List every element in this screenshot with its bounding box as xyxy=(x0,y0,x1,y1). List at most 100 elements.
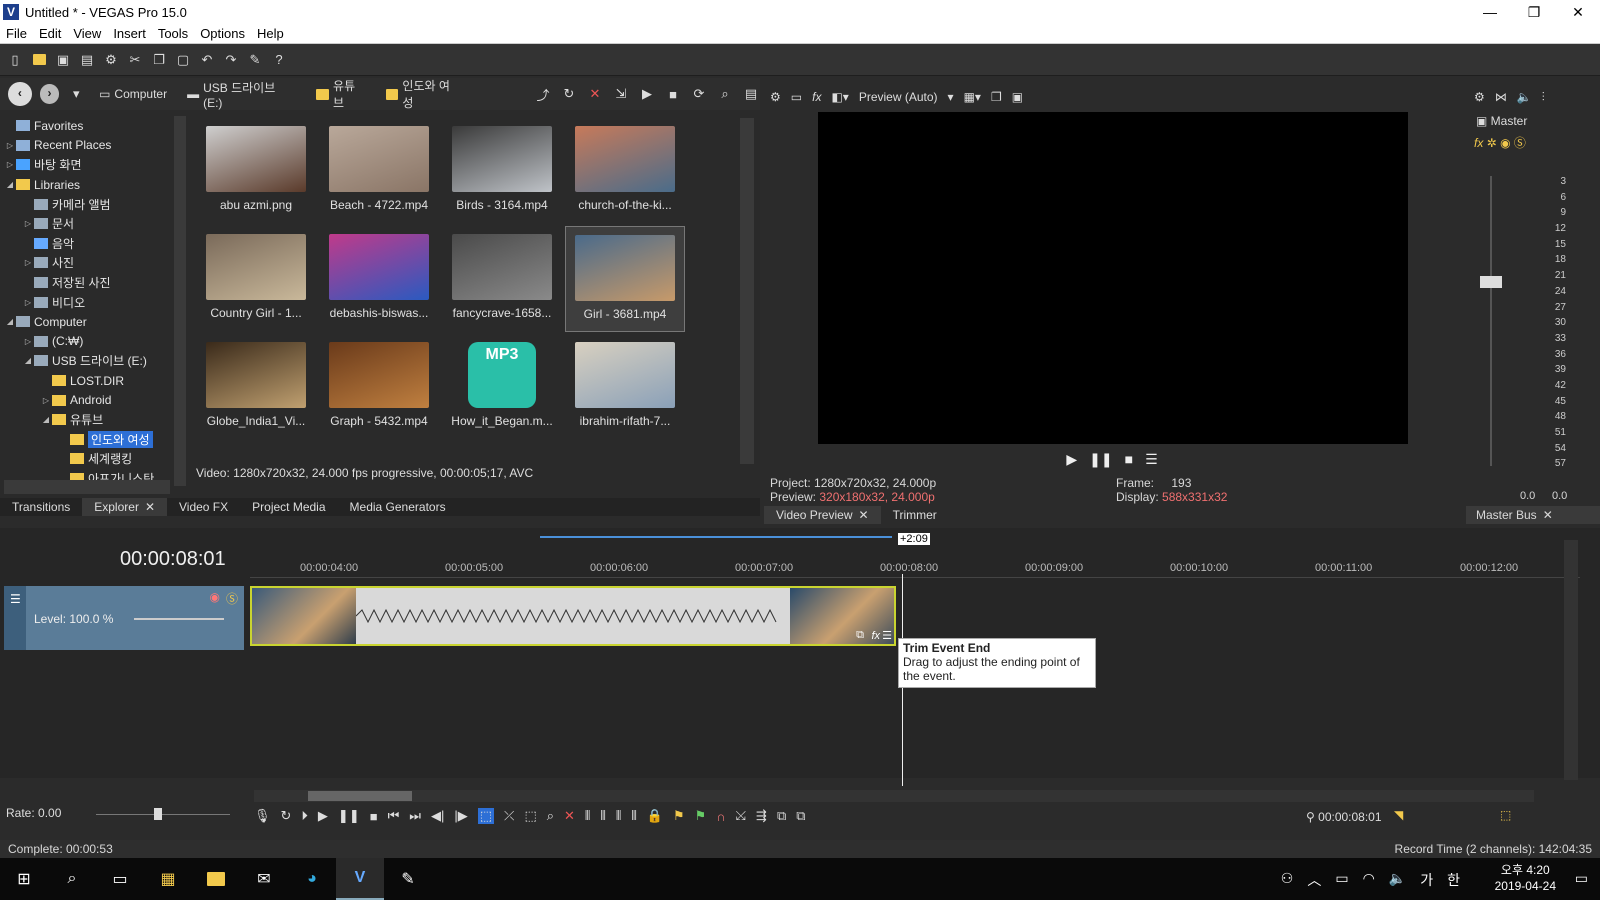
tree-item[interactable]: ▷ 비디오 xyxy=(4,292,172,312)
tree-item[interactable]: ▷ 바탕 화면 xyxy=(4,155,172,175)
stop-icon[interactable]: ■ xyxy=(664,85,682,103)
snapping-icon[interactable]: ∩ xyxy=(716,809,725,824)
task-view-icon[interactable]: ▭ xyxy=(96,858,144,900)
loop-icon[interactable]: ↻ xyxy=(281,808,292,824)
edge-browser-icon[interactable]: ◕ xyxy=(288,858,336,900)
play-icon[interactable]: ▶ xyxy=(638,85,656,103)
tree-item[interactable]: ◢ 유튜브 xyxy=(4,410,172,430)
menu-file[interactable]: File xyxy=(0,26,33,41)
downmix-icon[interactable]: ⋈ xyxy=(1495,90,1507,104)
go-to-start-icon[interactable]: ⏮ xyxy=(388,808,400,824)
expand-arrow-icon[interactable]: ◢ xyxy=(4,180,16,189)
tree-item[interactable]: LOST.DIR xyxy=(4,371,172,391)
view-mode-icon[interactable]: ▤ xyxy=(742,85,760,103)
stop-icon[interactable]: ■ xyxy=(1125,451,1133,467)
marker-flag-icon[interactable]: ◥ xyxy=(1394,808,1403,822)
media-item[interactable]: abu azmi.png xyxy=(196,118,316,224)
forward-icon[interactable]: › xyxy=(39,84,60,104)
copy-icon[interactable]: ❐ xyxy=(150,51,168,69)
tree-item[interactable]: ◢ Libraries xyxy=(4,175,172,195)
menu-tools[interactable]: Tools xyxy=(152,26,194,41)
trim-start-icon[interactable]: ⫴ xyxy=(600,808,605,824)
save-icon[interactable]: ▣ xyxy=(54,51,72,69)
tree-item[interactable]: ▷ 사진 xyxy=(4,253,172,273)
menu-icon[interactable]: ☰ xyxy=(1145,451,1158,468)
copy-snapshot-icon[interactable]: ❐ xyxy=(991,90,1002,104)
stop-icon[interactable]: ■ xyxy=(370,809,378,824)
tree-item[interactable]: Favorites xyxy=(4,116,172,136)
file-explorer-icon[interactable] xyxy=(192,858,240,900)
expand-arrow-icon[interactable]: ▷ xyxy=(22,298,34,307)
expand-arrow-icon[interactable]: ▷ xyxy=(22,219,34,228)
close-button[interactable]: ✕ xyxy=(1556,4,1600,21)
tree-scrollbar[interactable] xyxy=(174,116,186,486)
properties-icon[interactable]: ✎ xyxy=(246,51,264,69)
mute-icon[interactable]: ◉ xyxy=(210,590,220,604)
normal-edit-tool-icon[interactable]: ⬚ xyxy=(477,808,495,824)
help-icon[interactable]: ? xyxy=(270,51,288,69)
loop-region[interactable] xyxy=(540,536,892,538)
tree-item[interactable]: ◢ USB 드라이브 (E:) xyxy=(4,351,172,371)
tree-item[interactable]: 카메라 앨범 xyxy=(4,194,172,214)
zoom-icon[interactable]: ⌕ xyxy=(716,85,734,103)
back-icon[interactable]: ‹ xyxy=(8,82,32,106)
close-icon[interactable]: ✕ xyxy=(145,500,155,514)
undo-icon[interactable]: ↶ xyxy=(198,51,216,69)
level-slider[interactable] xyxy=(134,618,224,620)
timeline-vscrollbar[interactable] xyxy=(1564,540,1578,780)
breadcrumb-youtube[interactable]: 유튜브 xyxy=(310,77,371,111)
menu-help[interactable]: Help xyxy=(251,26,290,41)
menu-insert[interactable]: Insert xyxy=(107,26,152,41)
tree-item[interactable]: 인도와 여성 xyxy=(4,430,172,450)
event-grouping-icon[interactable]: ⧉ xyxy=(777,808,786,824)
selection-tool-icon[interactable]: ⬚ xyxy=(524,808,536,824)
expand-arrow-icon[interactable]: ▷ xyxy=(40,396,52,405)
region-icon[interactable]: ⚑ xyxy=(695,808,707,824)
media-item[interactable]: Girl - 3681.mp4 xyxy=(565,226,685,332)
scroll-thumb[interactable] xyxy=(308,791,412,801)
expand-arrow-icon[interactable]: ◢ xyxy=(4,317,16,326)
notification-icon[interactable]: ▭ xyxy=(1575,870,1588,887)
media-item[interactable]: Globe_India1_Vi... xyxy=(196,334,316,440)
gear-icon[interactable]: ⚙ xyxy=(102,51,120,69)
maximize-button[interactable]: ❐ xyxy=(1512,4,1556,21)
media-item[interactable]: church-of-the-ki... xyxy=(565,118,685,224)
pause-icon[interactable]: ❚❚ xyxy=(1089,451,1112,468)
menu-edit[interactable]: Edit xyxy=(33,26,67,41)
tab-trimmer[interactable]: Trimmer xyxy=(881,506,949,524)
tree-item[interactable]: ▷ 문서 xyxy=(4,214,172,234)
envelope-tool-icon[interactable]: ⤫ xyxy=(504,808,514,824)
play-icon[interactable]: ▶ xyxy=(1066,451,1077,468)
delete-icon[interactable]: ✕ xyxy=(586,85,604,103)
loop-region-icon[interactable]: ⬚ xyxy=(1500,808,1511,822)
wifi-icon[interactable]: ◠ xyxy=(1363,870,1375,890)
menu-view[interactable]: View xyxy=(67,26,107,41)
zoom-tool-icon[interactable]: ⌕ xyxy=(547,808,554,824)
master-fx-icons[interactable]: fx ✲ ◉ Ⓢ xyxy=(1474,134,1526,151)
media-item[interactable]: Graph - 5432.mp4 xyxy=(319,334,439,440)
tree-item[interactable]: 세계랭킹 xyxy=(4,449,172,469)
previous-frame-icon[interactable]: ◀| xyxy=(431,808,444,824)
speaker-icon[interactable]: 🔈 xyxy=(1517,90,1532,104)
tab-media-generators[interactable]: Media Generators xyxy=(338,498,458,516)
tree-item[interactable]: ▷ (C:₩) xyxy=(4,332,172,352)
master-fader-handle[interactable] xyxy=(1480,276,1502,288)
expand-arrow-icon[interactable]: ▷ xyxy=(22,258,34,267)
auto-preview-icon[interactable]: ⟳ xyxy=(690,85,708,103)
tree-hscrollbar[interactable] xyxy=(4,480,170,494)
menu-options[interactable]: Options xyxy=(194,26,251,41)
tab-video-fx[interactable]: Video FX xyxy=(167,498,240,516)
media-item[interactable]: MP3 How_it_Began.m... xyxy=(442,334,562,440)
marker-icon[interactable]: ⚑ xyxy=(673,808,685,824)
menu-icon[interactable]: ☰ xyxy=(882,629,892,642)
breadcrumb-india[interactable]: 인도와 여성 xyxy=(380,77,466,111)
tab-transitions[interactable]: Transitions xyxy=(0,498,82,516)
hamburger-icon[interactable]: ☰ xyxy=(10,592,21,606)
tree-item[interactable]: ▷ Android xyxy=(4,390,172,410)
cut-icon[interactable]: ✂ xyxy=(126,51,144,69)
minimize-button[interactable]: — xyxy=(1468,4,1512,20)
lock-envelopes-icon[interactable]: ⧉ xyxy=(796,808,805,824)
media-item[interactable]: Beach - 4722.mp4 xyxy=(319,118,439,224)
new-icon[interactable]: ▯ xyxy=(6,51,24,69)
save-snapshot-icon[interactable]: ▣ xyxy=(1012,90,1023,104)
